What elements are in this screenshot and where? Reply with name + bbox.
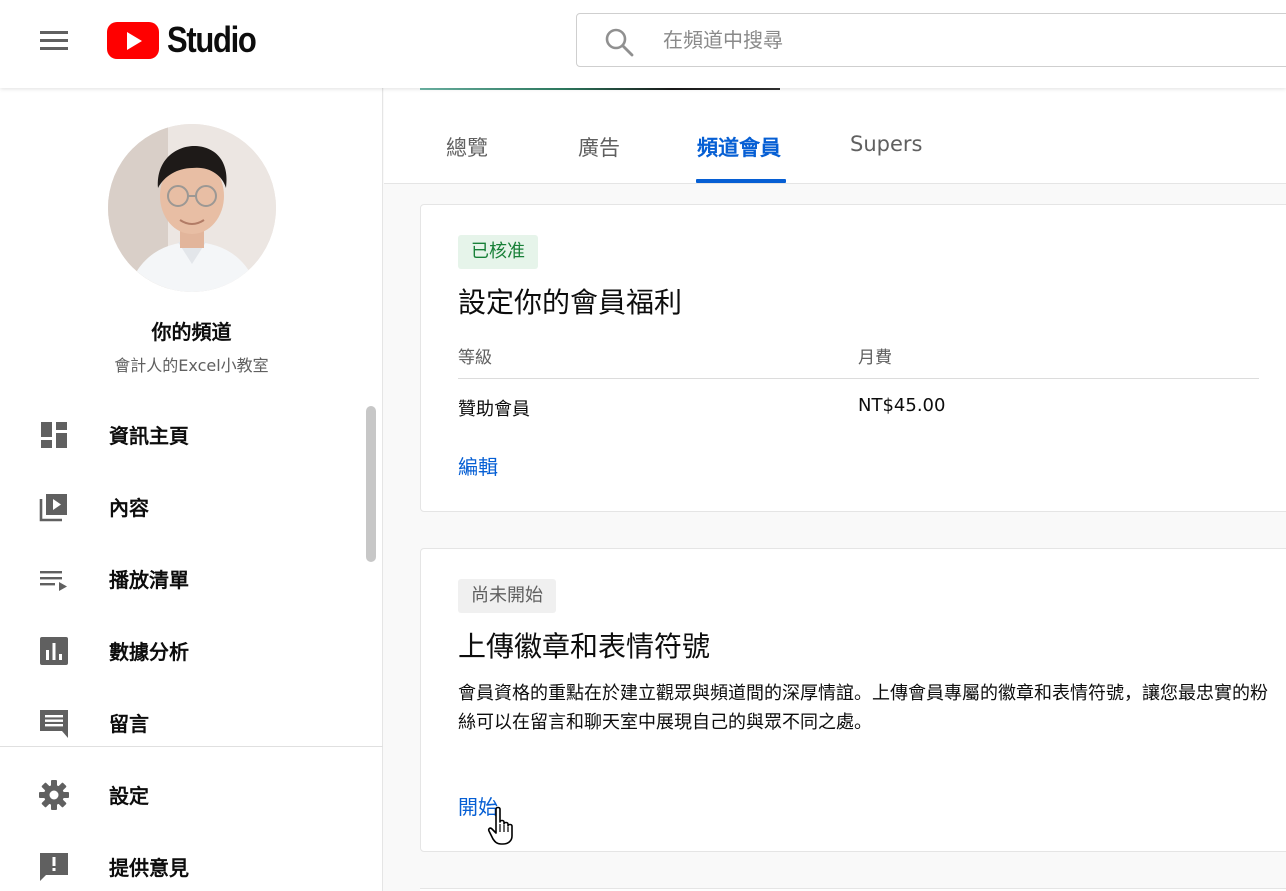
main-content: 總覽 廣告 頻道會員 Supers 已核准 設定你的會員福利 等級 月費 贊助會… [384,88,1286,891]
youtube-play-icon [107,21,159,59]
sidebar-item-content[interactable]: 內容 [0,476,370,536]
sidebar-item-label: 資訊主頁 [109,424,189,448]
hamburger-menu-icon[interactable] [30,25,78,55]
channel-avatar[interactable] [108,124,276,292]
sidebar-item-label: 留言 [109,712,149,736]
active-tab-indicator [696,179,786,183]
status-badge: 已核准 [458,235,538,269]
sidebar-scrollbar[interactable] [366,406,376,562]
sidebar-item-settings[interactable]: 設定 [0,764,370,824]
badges-emojis-card: 尚未開始 上傳徽章和表情符號 會員資格的重點在於建立觀眾與頻道間的深厚情誼。上傳… [420,548,1286,852]
sidebar-item-playlists[interactable]: 播放清單 [0,548,370,608]
tab-ads[interactable]: 廣告 [578,132,620,162]
sidebar-item-label: 提供意見 [109,856,189,880]
sidebar-item-comments[interactable]: 留言 [0,692,370,752]
table-cell-price: NT$45.00 [858,395,946,416]
sidebar-item-label: 數據分析 [109,640,189,664]
table-divider [458,378,1259,379]
analytics-icon [40,637,68,665]
table-cell-level: 贊助會員 [458,399,530,420]
banner-strip [420,88,780,90]
status-badge: 尚未開始 [458,579,556,613]
sidebar-item-feedback[interactable]: 提供意見 [0,836,370,891]
card-title: 上傳徽章和表情符號 [458,630,711,663]
sidebar-item-label: 設定 [109,784,149,808]
playlist-icon [40,571,67,591]
channel-title: 你的頻道 [151,320,232,344]
sidebar: 你的頻道 會計人的Excel小教室 資訊主頁 內容 播放清單 數據分析 留言 設… [0,88,383,891]
hand-cursor-icon [487,806,513,845]
card-description: 會員資格的重點在於建立觀眾與頻道間的深厚情誼。上傳會員專屬的徽章和表情符號，讓您… [458,683,1268,733]
search-box[interactable] [576,13,1286,67]
benefits-card: 已核准 設定你的會員福利 等級 月費 贊助會員 NT$45.00 編輯 [420,204,1286,512]
tab-supers[interactable]: Supers [850,132,922,156]
comment-icon [40,710,68,738]
video-library-icon [39,494,67,522]
gear-icon [39,780,69,810]
tab-bar: 總覽 廣告 頻道會員 Supers [384,88,1286,184]
dashboard-icon [41,422,67,448]
search-icon[interactable] [603,26,635,58]
table-header-level: 等級 [458,348,492,368]
sidebar-item-dashboard[interactable]: 資訊主頁 [0,404,370,464]
sidebar-divider [0,746,383,747]
sidebar-item-label: 播放清單 [109,568,189,592]
avatar-photo [108,124,276,292]
table-header-price: 月費 [858,348,892,368]
channel-name: 會計人的Excel小教室 [114,356,269,375]
search-input[interactable] [663,24,1223,56]
tab-overview[interactable]: 總覽 [446,132,488,162]
card-title: 設定你的會員福利 [458,286,683,319]
sidebar-item-label: 內容 [109,496,149,520]
feedback-icon [40,853,68,881]
edit-link[interactable]: 編輯 [458,451,498,480]
sidebar-item-analytics[interactable]: 數據分析 [0,620,370,680]
tab-memberships[interactable]: 頻道會員 [697,132,781,162]
studio-logo[interactable]: Studio [107,19,270,60]
top-app-bar: Studio [0,0,1286,88]
logo-text: Studio [167,19,257,60]
